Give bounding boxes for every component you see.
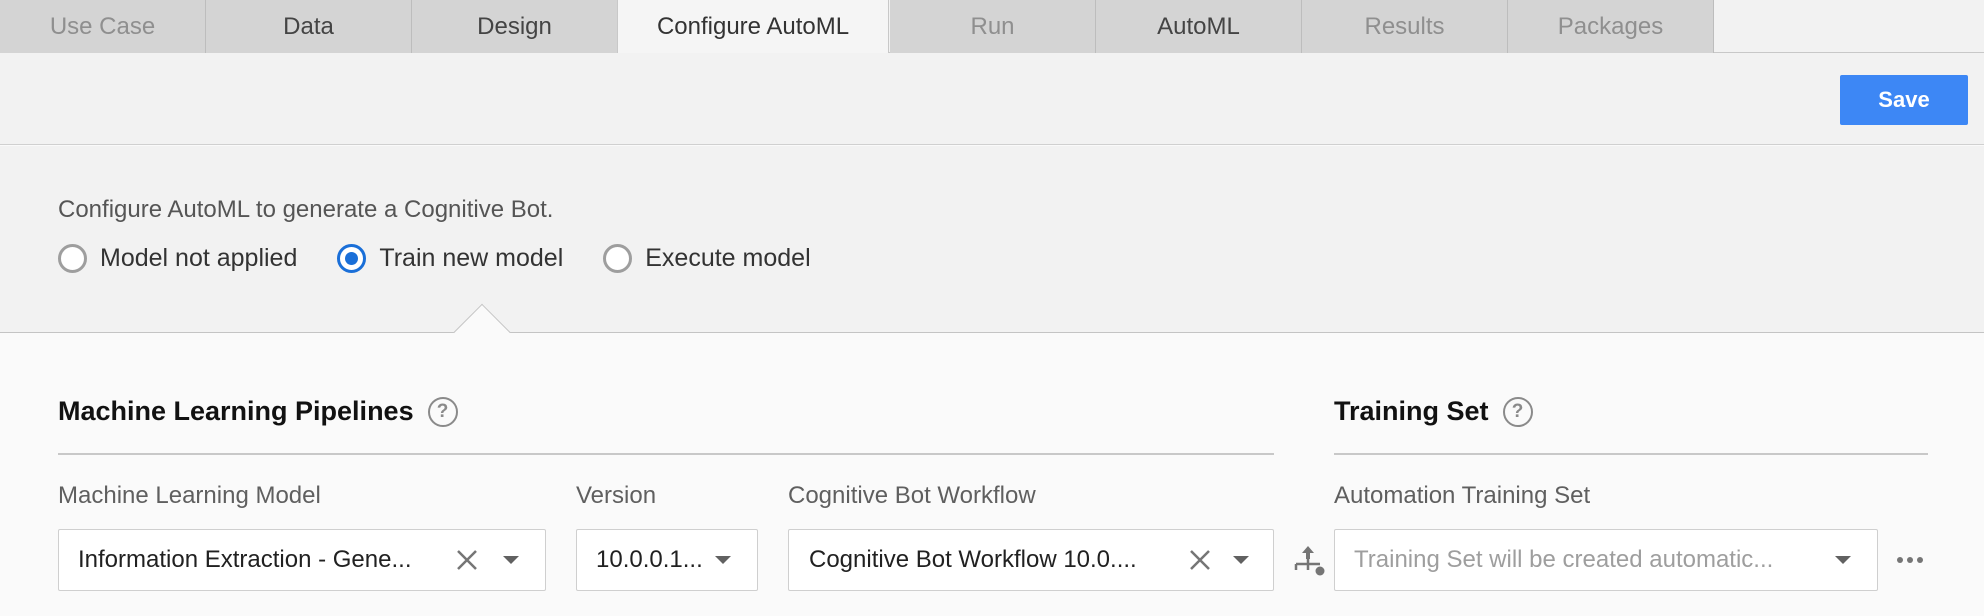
radio-unchecked-icon (58, 244, 87, 273)
workflow-field-label: Cognitive Bot Workflow (788, 482, 1036, 509)
radio-checked-icon (337, 244, 367, 273)
training-set-placeholder: Training Set will be created automatic..… (1354, 546, 1774, 573)
tab-automl[interactable]: AutoML (1096, 0, 1302, 53)
version-select[interactable]: 10.0.0.1... (576, 529, 758, 591)
section-divider (58, 453, 1274, 455)
more-horizontal-icon[interactable] (1894, 548, 1926, 572)
version-field-label: Version (576, 482, 657, 509)
model-mode-radio-group: Model not applied Train new model Execut… (58, 244, 851, 273)
chevron-down-icon (1835, 556, 1851, 564)
radio-model-not-applied[interactable]: Model not applied (58, 244, 297, 273)
mode-selection-panel: Configure AutoML to generate a Cognitive… (0, 146, 1984, 361)
pipelines-section-title: Machine Learning Pipelines ? (58, 396, 458, 427)
save-button[interactable]: Save (1840, 75, 1968, 125)
selection-pointer (453, 303, 511, 361)
chevron-down-icon (715, 556, 731, 564)
training-section-title: Training Set ? (1334, 396, 1533, 427)
section-divider (1334, 453, 1928, 455)
tab-results[interactable]: Results (1302, 0, 1508, 53)
tab-use-case[interactable]: Use Case (0, 0, 206, 53)
question-circle-icon[interactable]: ? (427, 396, 458, 427)
training-set-select[interactable]: Training Set will be created automatic..… (1334, 529, 1878, 591)
tab-data[interactable]: Data (206, 0, 412, 53)
model-field-label: Machine Learning Model (58, 482, 321, 509)
training-set-field-label: Automation Training Set (1334, 482, 1591, 509)
chevron-down-icon (503, 556, 519, 564)
model-select[interactable]: Information Extraction - Gene... (58, 529, 546, 591)
radio-label: Execute model (645, 244, 811, 272)
clear-icon[interactable] (453, 546, 481, 574)
version-select-value: 10.0.0.1... (596, 546, 703, 573)
tab-design[interactable]: Design (412, 0, 618, 53)
model-select-value: Information Extraction - Gene... (78, 546, 412, 573)
radio-label: Train new model (379, 244, 564, 272)
tab-packages[interactable]: Packages (1508, 0, 1714, 53)
intro-text: Configure AutoML to generate a Cognitive… (58, 196, 554, 223)
clear-icon[interactable] (1186, 546, 1214, 574)
question-circle-icon[interactable]: ? (1502, 396, 1533, 427)
workflow-icon[interactable] (1290, 542, 1326, 578)
tab-run[interactable]: Run (890, 0, 1096, 53)
radio-train-new-model[interactable]: Train new model (337, 244, 563, 273)
radio-unchecked-icon (603, 244, 633, 273)
toolbar: Save (0, 53, 1984, 145)
radio-label: Model not applied (100, 244, 298, 272)
radio-execute-model[interactable]: Execute model (603, 244, 811, 273)
workflow-select[interactable]: Cognitive Bot Workflow 10.0.... (788, 529, 1274, 591)
workflow-select-value: Cognitive Bot Workflow 10.0.... (809, 546, 1137, 573)
tab-bar: Use Case Data Design Configure AutoML Ru… (0, 0, 1984, 54)
tab-configure-automl[interactable]: Configure AutoML (617, 0, 889, 54)
pipelines-title-text: Machine Learning Pipelines (58, 396, 414, 426)
training-title-text: Training Set (1334, 396, 1489, 426)
chevron-down-icon (1233, 556, 1249, 564)
